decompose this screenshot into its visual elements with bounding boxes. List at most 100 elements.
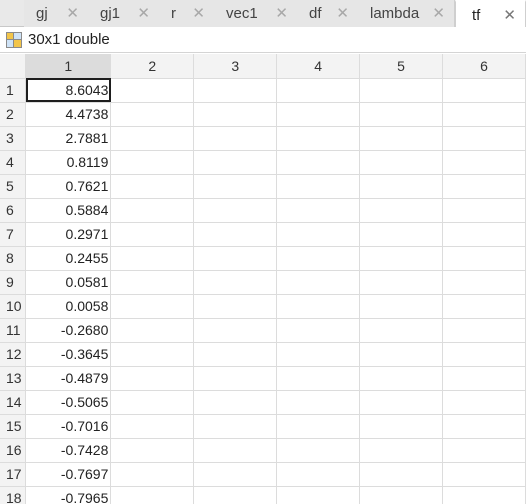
table-cell[interactable]: [442, 126, 526, 151]
table-cell[interactable]: [359, 294, 443, 319]
table-cell[interactable]: [276, 414, 361, 439]
table-cell[interactable]: -0.7016: [25, 414, 112, 439]
table-cell[interactable]: [442, 342, 526, 367]
column-header-6[interactable]: 6: [442, 54, 526, 79]
table-cell[interactable]: [359, 366, 443, 391]
table-cell[interactable]: [110, 294, 195, 319]
table-cell[interactable]: [442, 486, 526, 504]
table-cell[interactable]: [193, 78, 278, 103]
table-cell[interactable]: [193, 414, 278, 439]
table-cell[interactable]: [276, 438, 361, 463]
row-header[interactable]: 4: [0, 150, 27, 175]
table-cell[interactable]: [442, 318, 526, 343]
tab-vec1[interactable]: vec1 ✕: [214, 0, 298, 27]
table-cell[interactable]: 0.0581: [25, 270, 112, 295]
table-cell[interactable]: [110, 366, 195, 391]
row-header[interactable]: 15: [0, 414, 27, 439]
close-icon[interactable]: ✕: [137, 4, 150, 22]
table-cell[interactable]: 8.6043: [25, 78, 112, 103]
table-cell[interactable]: [110, 78, 195, 103]
table-cell[interactable]: [193, 318, 278, 343]
table-cell[interactable]: -0.2680: [25, 318, 112, 343]
table-cell[interactable]: [442, 438, 526, 463]
table-cell[interactable]: 0.8119: [25, 150, 112, 175]
table-cell[interactable]: [193, 342, 278, 367]
table-cell[interactable]: [276, 222, 361, 247]
table-cell[interactable]: [193, 198, 278, 223]
table-cell[interactable]: [276, 270, 361, 295]
table-cell[interactable]: [276, 486, 361, 504]
table-cell[interactable]: [193, 246, 278, 271]
row-header[interactable]: 8: [0, 246, 27, 271]
row-header[interactable]: 2: [0, 102, 27, 127]
table-cell[interactable]: [442, 462, 526, 487]
table-cell[interactable]: [276, 102, 361, 127]
table-cell[interactable]: [193, 222, 278, 247]
table-cell[interactable]: [276, 294, 361, 319]
close-icon[interactable]: ✕: [275, 4, 288, 22]
row-header[interactable]: 11: [0, 318, 27, 343]
close-icon[interactable]: ✕: [503, 6, 516, 24]
table-cell[interactable]: [110, 102, 195, 127]
table-cell[interactable]: [110, 438, 195, 463]
table-cell[interactable]: [193, 270, 278, 295]
table-cell[interactable]: [193, 366, 278, 391]
table-cell[interactable]: -0.3645: [25, 342, 112, 367]
tab-tf[interactable]: tf ✕: [455, 0, 526, 28]
row-header[interactable]: 10: [0, 294, 27, 319]
table-cell[interactable]: [359, 390, 443, 415]
table-cell[interactable]: [442, 246, 526, 271]
close-icon[interactable]: ✕: [336, 4, 349, 22]
column-header-4[interactable]: 4: [276, 54, 361, 79]
table-cell[interactable]: [193, 150, 278, 175]
table-cell[interactable]: [276, 246, 361, 271]
table-cell[interactable]: [359, 486, 443, 504]
table-cell[interactable]: -0.7965: [25, 486, 112, 504]
table-cell[interactable]: [359, 342, 443, 367]
tab-df[interactable]: df ✕: [297, 0, 359, 27]
tab-r[interactable]: r ✕: [159, 0, 215, 27]
table-cell[interactable]: [359, 198, 443, 223]
table-cell[interactable]: [442, 102, 526, 127]
table-cell[interactable]: 0.2455: [25, 246, 112, 271]
table-cell[interactable]: [276, 390, 361, 415]
table-cell[interactable]: [110, 222, 195, 247]
table-cell[interactable]: [110, 342, 195, 367]
table-cell[interactable]: [110, 270, 195, 295]
table-cell[interactable]: [442, 174, 526, 199]
row-header[interactable]: 14: [0, 390, 27, 415]
table-cell[interactable]: 4.4738: [25, 102, 112, 127]
table-cell[interactable]: [193, 174, 278, 199]
column-header-5[interactable]: 5: [359, 54, 443, 79]
table-cell[interactable]: 2.7881: [25, 126, 112, 151]
table-cell[interactable]: [359, 462, 443, 487]
table-cell[interactable]: [359, 246, 443, 271]
table-cell[interactable]: [276, 462, 361, 487]
table-cell[interactable]: [110, 462, 195, 487]
row-header[interactable]: 1: [0, 78, 27, 103]
table-cell[interactable]: [193, 462, 278, 487]
row-header[interactable]: 16: [0, 438, 27, 463]
table-cell[interactable]: -0.4879: [25, 366, 112, 391]
table-cell[interactable]: [193, 390, 278, 415]
table-cell[interactable]: [276, 318, 361, 343]
table-cell[interactable]: [276, 366, 361, 391]
table-cell[interactable]: [276, 198, 361, 223]
table-cell[interactable]: [193, 126, 278, 151]
table-cell[interactable]: [359, 150, 443, 175]
table-cell[interactable]: [110, 246, 195, 271]
table-cell[interactable]: [359, 318, 443, 343]
table-cell[interactable]: [110, 486, 195, 504]
table-cell[interactable]: [359, 174, 443, 199]
table-cell[interactable]: 0.7621: [25, 174, 112, 199]
table-cell[interactable]: 0.5884: [25, 198, 112, 223]
table-cell[interactable]: [193, 294, 278, 319]
table-cell[interactable]: [193, 486, 278, 504]
table-cell[interactable]: [110, 318, 195, 343]
row-header[interactable]: 6: [0, 198, 27, 223]
variable-grid[interactable]: 123456 1 8.6043 2 4.4738 3 2.7881 4 0.8119 5 0.76…: [0, 54, 526, 504]
close-icon[interactable]: ✕: [192, 4, 205, 22]
table-cell[interactable]: [110, 390, 195, 415]
table-cell[interactable]: [359, 414, 443, 439]
row-header[interactable]: 18: [0, 486, 27, 504]
